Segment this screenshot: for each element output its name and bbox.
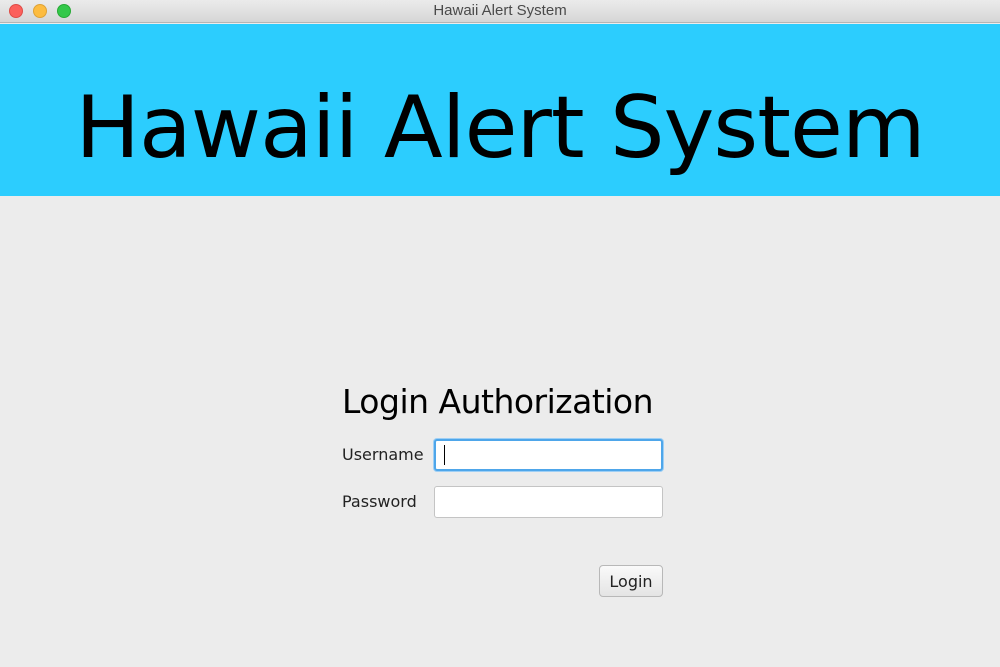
password-label: Password bbox=[342, 492, 417, 511]
text-caret bbox=[444, 445, 445, 465]
window-title: Hawaii Alert System bbox=[433, 2, 567, 19]
banner-title: Hawaii Alert System bbox=[75, 78, 925, 178]
login-button[interactable]: Login bbox=[599, 565, 663, 597]
login-heading: Login Authorization bbox=[342, 382, 654, 421]
password-input[interactable] bbox=[434, 486, 663, 518]
header-banner: Hawaii Alert System bbox=[0, 24, 1000, 196]
username-label: Username bbox=[342, 445, 424, 464]
username-input[interactable] bbox=[434, 439, 663, 471]
window-titlebar: Hawaii Alert System bbox=[0, 0, 1000, 23]
